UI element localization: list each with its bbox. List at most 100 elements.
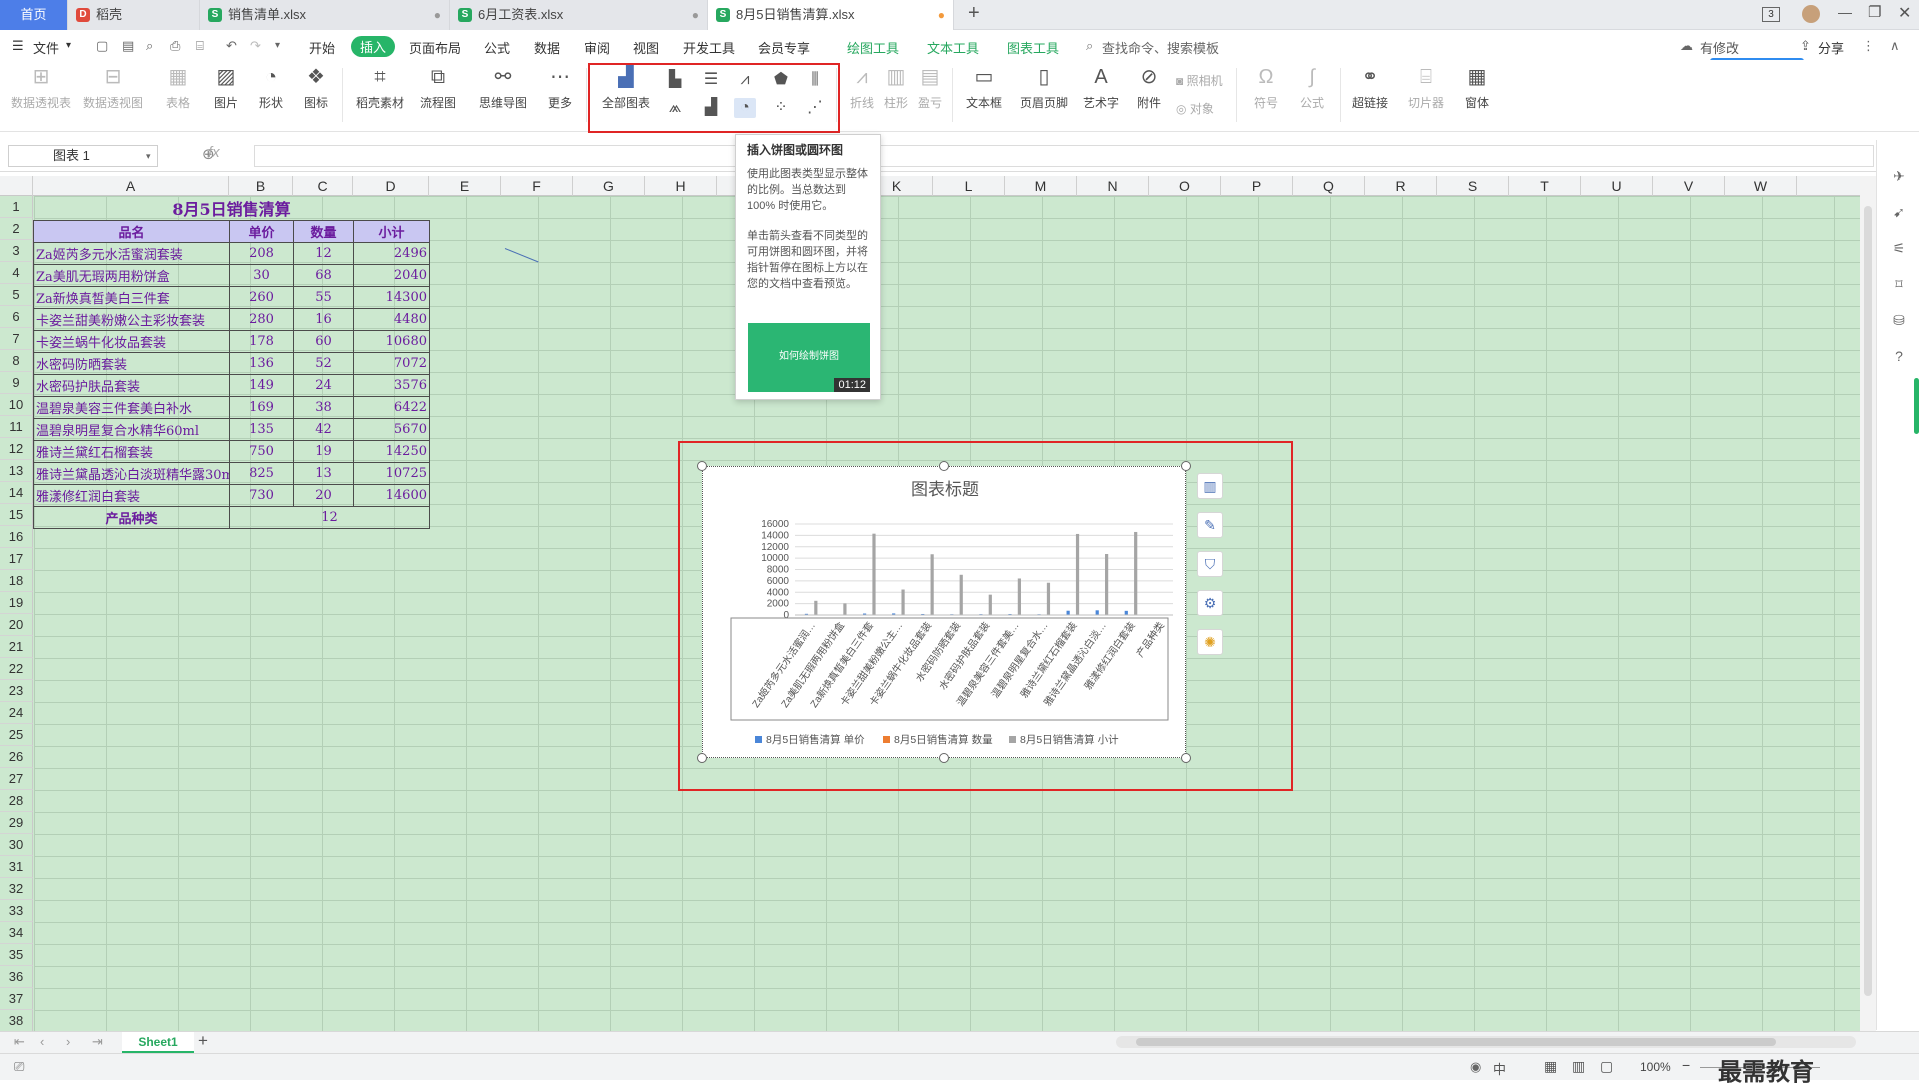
row-header[interactable]: 35 [0, 944, 33, 966]
column-header[interactable]: Q [1293, 176, 1365, 196]
attachment-button[interactable]: ⊘ 附件 [1134, 64, 1164, 111]
sheet-title[interactable]: 8月5日销售清算 [34, 196, 430, 221]
column-header[interactable]: A [33, 176, 229, 196]
share-icon[interactable]: ⇪ [1800, 38, 1811, 54]
page-layout-view-icon[interactable]: ▢ [1600, 1058, 1613, 1075]
eye-protection-icon[interactable]: ◉ [1470, 1059, 1481, 1075]
select-all-corner[interactable] [0, 176, 33, 196]
row-header[interactable]: 3 [0, 240, 33, 262]
zoom-out-icon[interactable]: − [1682, 1057, 1690, 1073]
table-cell[interactable]: Za美肌无瑕两用粉饼盒 [33, 264, 230, 287]
column-header[interactable]: L [933, 176, 1005, 196]
table-cell[interactable]: 10680 [353, 330, 430, 353]
menu-page-layout[interactable]: 页面布局 [409, 38, 461, 57]
row-header[interactable]: 17 [0, 548, 33, 570]
resize-handle[interactable] [1181, 461, 1191, 471]
column-title-cell[interactable]: 小计 [353, 220, 430, 243]
first-sheet-icon[interactable]: ⇤ [14, 1034, 25, 1050]
row-header[interactable]: 32 [0, 878, 33, 900]
table-cell[interactable]: 60 [293, 330, 354, 353]
resize-handle[interactable] [697, 461, 707, 471]
panel-tool-icon[interactable]: ✈ [1889, 168, 1909, 188]
column-title-cell[interactable]: 单价 [229, 220, 294, 243]
tab-active-document[interactable]: S 8月5日销售清算.xlsx ● [708, 0, 954, 30]
column-header[interactable]: B [229, 176, 293, 196]
table-cell[interactable]: 750 [229, 440, 294, 463]
formula-button[interactable]: ∫ 公式 [1294, 64, 1330, 111]
row-header[interactable]: 20 [0, 614, 33, 636]
fx-icon[interactable]: fx [208, 144, 220, 161]
tab-salary[interactable]: S 6月工资表.xlsx ● [450, 0, 708, 30]
table-cell[interactable]: 温碧泉明星复合水精华60ml [33, 418, 230, 441]
column-title-cell[interactable]: 数量 [293, 220, 354, 243]
redo-icon[interactable]: ↷ [250, 38, 261, 54]
row-header[interactable]: 11 [0, 416, 33, 438]
print-preview-icon[interactable]: ⌸ [196, 38, 204, 54]
table-cell[interactable]: 5670 [353, 418, 430, 441]
column-header[interactable]: N [1077, 176, 1149, 196]
chevron-down-icon[interactable]: ▾ [66, 40, 71, 51]
table-cell[interactable]: 4480 [353, 308, 430, 331]
table-cell[interactable]: 14250 [353, 440, 430, 463]
command-search[interactable]: 查找命令、搜索模板 [1102, 38, 1219, 57]
table-cell[interactable]: 52 [293, 352, 354, 375]
row-header[interactable]: 8 [0, 350, 33, 372]
footer-value-cell[interactable]: 12 [229, 506, 430, 529]
table-cell[interactable]: Za新焕真皙美白三件套 [33, 286, 230, 309]
collapse-ribbon-icon[interactable]: ∧ [1890, 38, 1900, 54]
macro-icon[interactable]: ⎚ [14, 1059, 24, 1075]
chart-filter-button[interactable]: ⛉ [1197, 551, 1223, 577]
menu-view[interactable]: 视图 [633, 38, 659, 57]
share-button[interactable]: 分享 [1818, 38, 1844, 57]
column-header[interactable]: U [1581, 176, 1653, 196]
properties-icon[interactable]: ⚟ [1889, 240, 1909, 260]
row-header[interactable]: 24 [0, 702, 33, 724]
normal-view-icon[interactable]: ▦ [1544, 1058, 1557, 1075]
vertical-scroll-thumb[interactable] [1864, 206, 1872, 996]
object-button[interactable]: ◎ 对象 [1176, 100, 1214, 117]
new-doc-icon[interactable]: ▢ [96, 38, 108, 54]
column-header[interactable]: G [573, 176, 645, 196]
page-break-view-icon[interactable]: ▥ [1572, 1058, 1585, 1075]
row-header[interactable]: 25 [0, 724, 33, 746]
table-cell[interactable]: 雅诗兰黛红石榴套装 [33, 440, 230, 463]
row-header[interactable]: 38 [0, 1010, 33, 1032]
table-cell[interactable]: 208 [229, 242, 294, 265]
table-cell[interactable]: 730 [229, 484, 294, 507]
minimize-icon[interactable]: — [1838, 4, 1852, 20]
row-header[interactable]: 7 [0, 328, 33, 350]
horizontal-scrollbar[interactable] [1116, 1036, 1856, 1048]
row-header[interactable]: 33 [0, 900, 33, 922]
shape-button[interactable]: ◔ 形状 [253, 64, 289, 111]
row-header[interactable]: 1 [0, 196, 33, 218]
mindmap-button[interactable]: ⚯ 思维导图 [474, 64, 532, 111]
last-sheet-icon[interactable]: ⇥ [92, 1034, 103, 1050]
tooltip-video-thumbnail[interactable]: 如何绘制饼图 01:12 [748, 323, 870, 392]
table-cell[interactable]: 2496 [353, 242, 430, 265]
symbol-button[interactable]: Ω 符号 [1248, 64, 1284, 111]
panel-scroll-indicator[interactable] [1914, 378, 1919, 434]
row-header[interactable]: 2 [0, 218, 33, 240]
table-cell[interactable]: 2040 [353, 264, 430, 287]
row-header[interactable]: 27 [0, 768, 33, 790]
tab-home[interactable]: 首页 [0, 0, 68, 30]
table-cell[interactable]: 卡姿兰蜗牛化妆品套装 [33, 330, 230, 353]
menu-start[interactable]: 开始 [309, 38, 335, 57]
table-button[interactable]: ▦ 表格 [163, 64, 193, 111]
search-icon[interactable]: ⌕ [1086, 38, 1093, 54]
sparkline-line-button[interactable]: ⩘ 折线 [848, 64, 876, 111]
row-header[interactable]: 31 [0, 856, 33, 878]
pivot-chart-button[interactable]: ⊟ 数据透视图 [82, 64, 144, 111]
table-cell[interactable]: 7072 [353, 352, 430, 375]
row-header[interactable]: 12 [0, 438, 33, 460]
hyperlink-button[interactable]: ⚭ 超链接 [1350, 64, 1390, 111]
docer-material-button[interactable]: ⌗ 稻壳素材 [354, 64, 406, 111]
add-sheet-icon[interactable]: + [198, 1031, 208, 1051]
chart-elements-button[interactable]: ▥ [1197, 473, 1223, 499]
table-cell[interactable]: Za姬芮多元水活蜜润套装 [33, 242, 230, 265]
table-cell[interactable]: 温碧泉美容三件套美白补水 [33, 396, 230, 419]
cloud-icon[interactable]: ☁ [1680, 38, 1693, 54]
more-options-icon[interactable]: ⋮ [1862, 38, 1875, 54]
table-cell[interactable]: 169 [229, 396, 294, 419]
row-header[interactable]: 19 [0, 592, 33, 614]
